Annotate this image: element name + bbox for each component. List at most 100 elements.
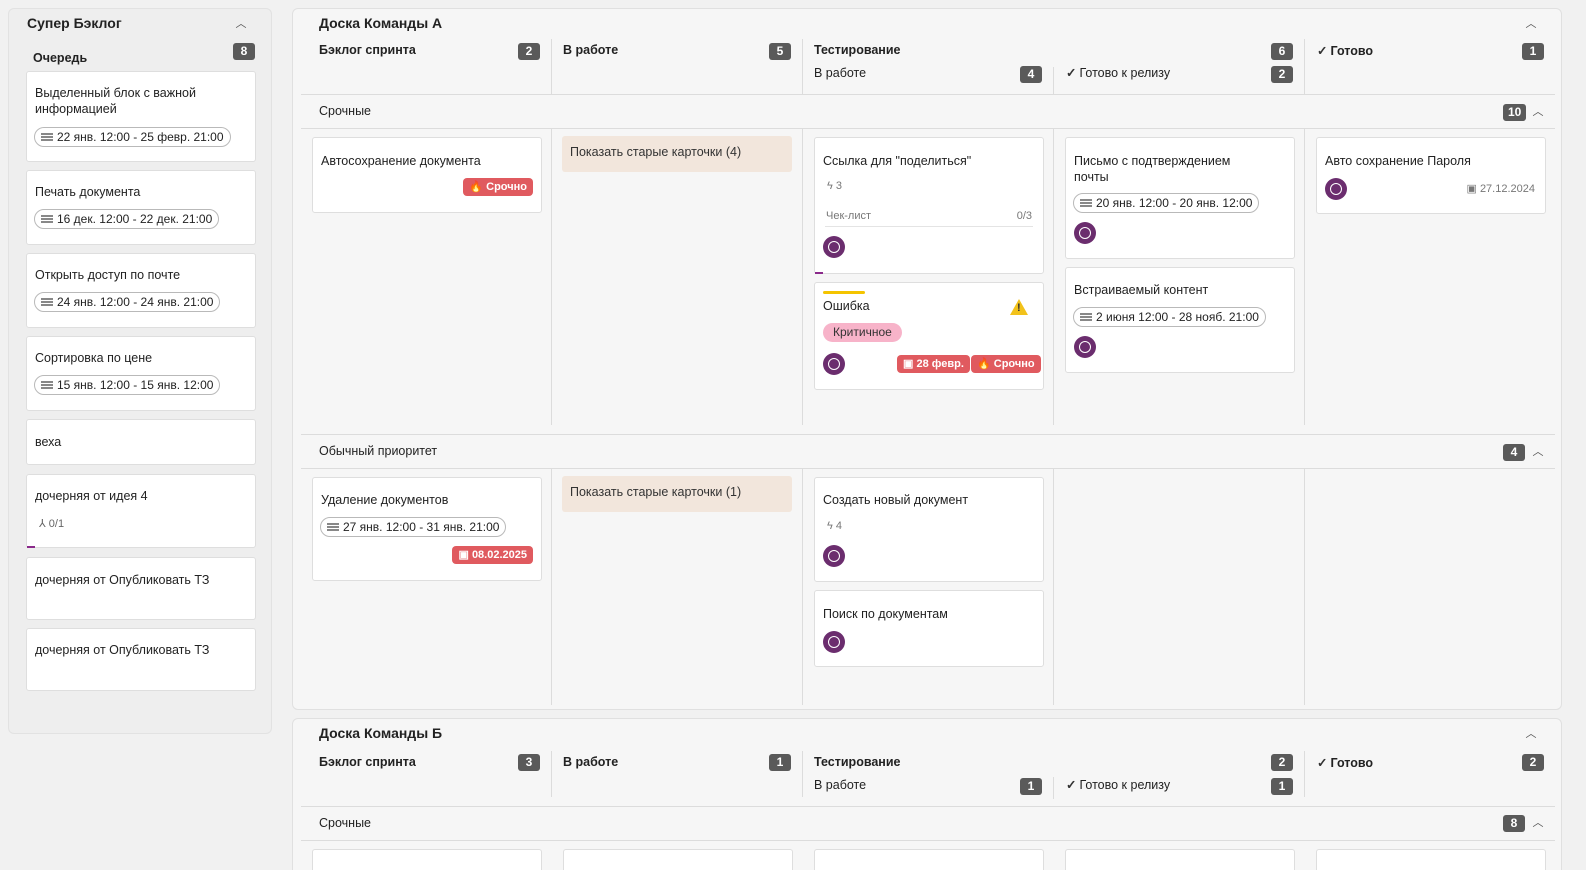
- date-range-pill: 27 янв. 12:00 - 31 янв. 21:00: [320, 517, 507, 537]
- assignee-avatar[interactable]: [823, 353, 845, 375]
- task-card[interactable]: [814, 849, 1044, 870]
- column-header-in-progress: В работе: [563, 43, 619, 57]
- column-header-in-progress: В работе: [563, 755, 619, 769]
- task-card[interactable]: Ошибка ! Критичное ▣ 28 февр. 🔥 Срочно: [814, 282, 1044, 390]
- assignee-avatar[interactable]: [823, 545, 845, 567]
- calendar-icon: ▣: [903, 358, 914, 370]
- urgent-tag: 🔥 Срочно: [463, 178, 533, 196]
- show-old-cards-button[interactable]: Показать старые карточки (1): [562, 476, 792, 512]
- task-card[interactable]: Создать новый документ ϟ 4: [814, 477, 1044, 582]
- column-divider: [1053, 469, 1054, 705]
- backlog-card[interactable]: Печать документа 16 дек. 12:00 - 22 дек.…: [26, 170, 256, 245]
- column-count-badge: 1: [1522, 43, 1544, 60]
- backlog-card[interactable]: Открыть доступ по почте 24 янв. 12:00 - …: [26, 253, 256, 328]
- card-title: Авто сохранение Пароля: [1325, 154, 1471, 168]
- subcolumn-count-badge: 2: [1271, 66, 1293, 83]
- backlog-card[interactable]: веха: [26, 419, 256, 465]
- checklist-progress-track: [825, 226, 1033, 227]
- column-count-badge: 5: [769, 43, 791, 60]
- assignee-avatar[interactable]: [823, 236, 845, 258]
- column-divider: [1304, 39, 1305, 95]
- card-title: Печать документа: [35, 185, 141, 199]
- story-points: ϟ 3: [827, 180, 843, 192]
- column-divider: [802, 469, 803, 705]
- priority-tag: Критичное: [823, 323, 902, 342]
- divider: [301, 94, 1555, 95]
- swimlane-title-urgent: Срочные: [319, 104, 372, 118]
- backlog-card[interactable]: дочерняя от Опубликовать ТЗ: [26, 628, 256, 691]
- column-divider: [802, 751, 803, 797]
- swimlane-count-badge: 8: [1503, 815, 1525, 832]
- column-header-testing: Тестирование: [814, 43, 901, 57]
- card-title: Создать новый документ: [823, 493, 969, 507]
- task-card[interactable]: Ссылка для "поделиться" ϟ 3 Чек-лист 0/3: [814, 137, 1044, 274]
- date-range-pill: 22 янв. 12:00 - 25 февр. 21:00: [34, 127, 231, 147]
- column-header-testing: Тестирование: [814, 755, 901, 769]
- column-divider: [1304, 751, 1305, 797]
- collapse-backlog-chevron-up-icon[interactable]: ︿: [234, 17, 248, 31]
- collapse-lane-chevron-up-icon[interactable]: ︿: [1531, 445, 1545, 459]
- date-range-pill: 20 янв. 12:00 - 20 янв. 12:00: [1073, 193, 1260, 213]
- date-range-pill: 16 дек. 12:00 - 22 дек. 21:00: [34, 209, 220, 229]
- backlog-card[interactable]: дочерняя от идея 4 ⅄ 0/1: [26, 474, 256, 548]
- card-title: дочерняя от идея 4: [35, 489, 148, 503]
- progress-bar: [27, 546, 35, 548]
- checkmark-icon: ✓: [1066, 66, 1077, 80]
- task-card[interactable]: Встраиваемый контент 2 июня 12:00 - 28 н…: [1065, 267, 1295, 373]
- subcolumn-count-badge: 1: [1020, 778, 1042, 795]
- date-range-pill: 24 янв. 12:00 - 24 янв. 21:00: [34, 292, 221, 312]
- collapse-lane-chevron-up-icon[interactable]: ︿: [1531, 816, 1545, 830]
- collapse-board-chevron-up-icon[interactable]: ︿: [1524, 17, 1538, 31]
- due-date-tag: ▣ 28 февр.: [897, 355, 970, 373]
- subcolumn-header-ready-to-release: ✓ Готово к релизу: [1066, 778, 1171, 792]
- column-count-badge: 2: [518, 43, 540, 60]
- task-card[interactable]: Авто сохранение Пароля ▣ 27.12.2024: [1316, 137, 1546, 214]
- assignee-avatar[interactable]: [1325, 178, 1347, 200]
- board-title: Доска Команды Б: [319, 725, 443, 741]
- task-card[interactable]: [312, 849, 542, 870]
- divider: [301, 128, 1555, 129]
- column-count-badge: 2: [1271, 754, 1293, 771]
- task-card[interactable]: [1065, 849, 1295, 870]
- assignee-avatar[interactable]: [1074, 336, 1096, 358]
- task-card[interactable]: [1316, 849, 1546, 870]
- assignee-avatar[interactable]: [823, 631, 845, 653]
- column-divider: [1304, 469, 1305, 705]
- date-range-pill: 2 июня 12:00 - 28 нояб. 21:00: [1073, 307, 1266, 327]
- collapse-lane-chevron-up-icon[interactable]: ︿: [1531, 105, 1545, 119]
- column-divider: [1304, 129, 1305, 425]
- task-card[interactable]: Письмо с подтверждением почты 20 янв. 12…: [1065, 137, 1295, 259]
- card-title: Поиск по документам: [823, 607, 948, 621]
- swimlane-count-badge: 10: [1503, 104, 1527, 121]
- column-header-sprint-backlog: Бэклог спринта: [319, 43, 416, 57]
- column-header-sprint-backlog: Бэклог спринта: [319, 755, 416, 769]
- task-card[interactable]: Автосохранение документа 🔥 Срочно: [312, 137, 542, 213]
- column-divider: [1053, 129, 1054, 425]
- card-title: Встраиваемый контент: [1074, 283, 1209, 297]
- column-header-done: ✓ Готово: [1317, 756, 1374, 770]
- task-card[interactable]: Удаление документов 27 янв. 12:00 - 31 я…: [312, 477, 542, 581]
- warning-icon: !: [1010, 299, 1028, 315]
- column-divider: [551, 129, 552, 425]
- board-team-a: Доска Команды А ︿ Бэклог спринта 2 В раб…: [292, 8, 1562, 710]
- urgent-tag: 🔥 Срочно: [971, 355, 1041, 373]
- date-range-pill: 15 янв. 12:00 - 15 янв. 12:00: [34, 375, 221, 395]
- subcolumn-divider: [1053, 67, 1054, 95]
- checkmark-icon: ✓: [1317, 756, 1328, 770]
- card-title: Открыть доступ по почте: [35, 268, 181, 282]
- subcolumn-divider: [1053, 777, 1054, 799]
- calendar-icon: ▣: [458, 549, 469, 561]
- column-divider: [802, 129, 803, 425]
- column-count-badge: 3: [518, 754, 540, 771]
- backlog-card[interactable]: Сортировка по цене 15 янв. 12:00 - 15 ян…: [26, 336, 256, 411]
- backlog-card[interactable]: Выделенный блок с важной информацией 22 …: [26, 71, 256, 162]
- divider: [301, 468, 1555, 469]
- backlog-card[interactable]: дочерняя от Опубликовать ТЗ: [26, 557, 256, 620]
- task-card[interactable]: [563, 849, 793, 870]
- assignee-avatar[interactable]: [1074, 222, 1096, 244]
- fire-icon: 🔥: [469, 181, 484, 193]
- show-old-cards-button[interactable]: Показать старые карточки (4): [562, 136, 792, 172]
- collapse-board-chevron-up-icon[interactable]: ︿: [1524, 727, 1538, 741]
- queue-count-badge: 8: [233, 43, 255, 60]
- task-card[interactable]: Поиск по документам: [814, 590, 1044, 667]
